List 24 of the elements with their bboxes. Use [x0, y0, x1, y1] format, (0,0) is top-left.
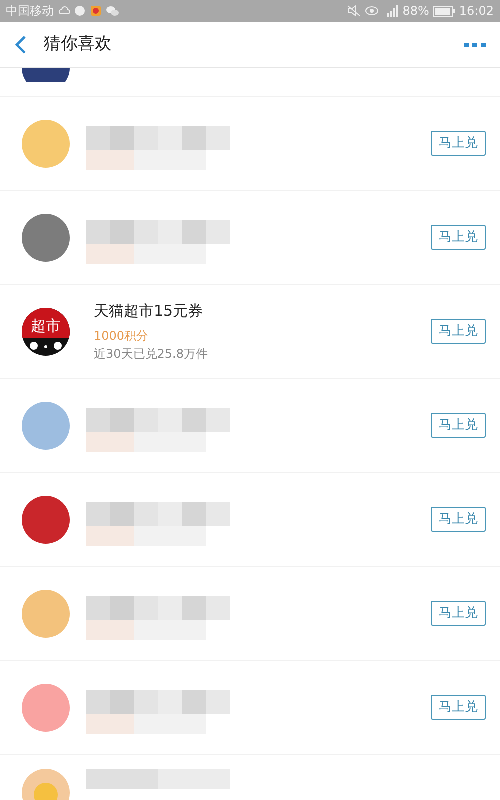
redeem-button[interactable]: 马上兑 — [431, 506, 486, 532]
redeemed-count: 近30天已兑25.8万件 — [94, 346, 208, 363]
redeem-button[interactable]: 马上兑 — [431, 600, 486, 626]
chat-icon — [106, 5, 120, 17]
app-icon — [74, 5, 86, 17]
page-title: 猜你喜欢 — [44, 32, 113, 56]
cloud-icon — [58, 5, 70, 17]
logo-text: 超市 — [22, 308, 70, 338]
redeem-button[interactable]: 马上兑 — [431, 412, 486, 438]
eye-icon — [364, 5, 379, 17]
app-icon — [90, 5, 102, 17]
redeem-button[interactable]: 马上兑 — [431, 130, 486, 156]
product-name: 天猫超市15元券 — [94, 301, 204, 322]
battery-percent: 88% — [402, 3, 430, 20]
points-price: 1000积分 — [94, 328, 150, 345]
redeem-button[interactable]: 马上兑 — [431, 694, 486, 720]
redeem-button[interactable]: 马上兑 — [431, 318, 486, 344]
mute-icon — [346, 5, 361, 17]
redeem-button[interactable]: 马上兑 — [431, 224, 486, 250]
carrier-name: 中国移动 — [6, 3, 54, 20]
back-icon[interactable] — [14, 34, 28, 54]
clock-time: 16:02 — [459, 3, 494, 20]
more-icon[interactable] — [464, 42, 486, 48]
battery-icon — [433, 6, 456, 16]
